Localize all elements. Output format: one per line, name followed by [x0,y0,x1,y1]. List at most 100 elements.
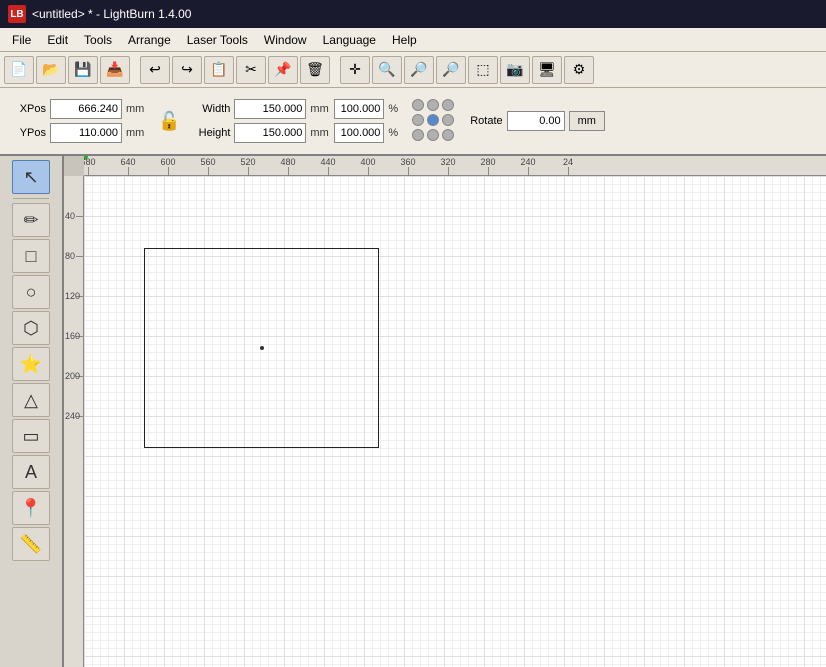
ruler-top-label: 640 [120,157,135,167]
menu-item-arrange[interactable]: Arrange [120,31,179,49]
zoom-fit-button[interactable]: 🔍 [372,56,402,84]
ruler-top-tick [208,167,209,175]
triangle-tool-btn[interactable]: △ [12,383,50,417]
ruler-top-tick [528,167,529,175]
paste-button[interactable]: 📌 [268,56,298,84]
frame-button[interactable]: ⬚ [468,56,498,84]
height-row: Height mm % [192,123,398,143]
corner-bc[interactable] [427,129,439,141]
frame-rect-tool-btn[interactable]: ▭ [12,419,50,453]
menu-item-edit[interactable]: Edit [39,31,76,49]
ruler-top-label: 480 [280,157,295,167]
ruler-top-label: 24 [563,157,573,167]
ruler-top-label: 600 [160,157,175,167]
monitor-button[interactable]: 🖥 [532,56,562,84]
copy-button[interactable]: 📋 [204,56,234,84]
ruler-top-tick [248,167,249,175]
corner-ml[interactable] [412,114,424,126]
open-file-button[interactable]: 📂 [36,56,66,84]
ruler-left-label: 120 [65,291,80,301]
menu-item-window[interactable]: Window [256,31,315,49]
menu-item-help[interactable]: Help [384,31,425,49]
xpos-unit: mm [126,103,146,115]
scale-w-pct: % [388,103,398,115]
left-toolbar-separator [13,198,49,199]
unit-button[interactable]: mm [569,111,605,131]
scale-h-pct: % [388,127,398,139]
size-group: Width mm % Height mm % [192,99,398,143]
width-row: Width mm % [192,99,398,119]
rectangle-object[interactable] [144,248,379,448]
rotate-group: Rotate mm [470,111,605,131]
rectangle-tool-btn[interactable]: □ [12,239,50,273]
ruler-top-tick [488,167,489,175]
window-title: <untitled> * - LightBurn 1.4.00 [32,7,191,21]
position-group: XPos mm YPos mm [8,99,146,143]
redo-button[interactable]: ↪ [172,56,202,84]
edit-nodes-tool-btn[interactable]: ✏ [12,203,50,237]
ruler-left-label: 40 [65,211,75,221]
xpos-row: XPos mm [8,99,146,119]
app-icon: LB [8,5,26,23]
ruler-top-tick [448,167,449,175]
delete-button[interactable]: 🗑 [300,56,330,84]
corner-mc[interactable] [427,114,439,126]
ruler-left-label: 240 [65,411,80,421]
import-button[interactable]: 📥 [100,56,130,84]
zoom-out-button[interactable]: 🔎 [436,56,466,84]
lock-icon[interactable]: 🔓 [154,111,184,132]
corner-selector[interactable] [412,99,456,143]
cut-button[interactable]: ✂ [236,56,266,84]
position-tool-btn[interactable]: 📍 [12,491,50,525]
height-input[interactable] [234,123,306,143]
canvas-grid[interactable] [84,176,826,667]
toolbar-separator [132,56,138,84]
xpos-label: XPos [8,103,46,115]
menu-item-laser-tools[interactable]: Laser Tools [179,31,256,49]
ruler-top-label: 440 [320,157,335,167]
ruler-left-label: 160 [65,331,80,341]
height-unit: mm [310,127,330,139]
corner-br[interactable] [442,129,454,141]
toolbar: 📄📂💾📥↩↪📋✂📌🗑✛🔍🔎🔎⬚📷🖥⚙ [0,52,826,88]
corner-tl[interactable] [412,99,424,111]
corner-tr[interactable] [442,99,454,111]
measure-tool-btn[interactable]: 📏 [12,527,50,561]
corner-tc[interactable] [427,99,439,111]
polygon-tool-btn[interactable]: ⬡ [12,311,50,345]
ruler-left: 4080120160200240 [64,176,84,667]
scale-h-input[interactable] [334,123,384,143]
star-tool-btn[interactable]: ⭐ [12,347,50,381]
corner-mr[interactable] [442,114,454,126]
ellipse-tool-btn[interactable]: ○ [12,275,50,309]
canvas-area[interactable]: 68064060056052048044040036032028024024 4… [64,156,826,667]
main-area: ↖✏□○⬡⭐△▭A📍📏 6806406005605204804404003603… [0,156,826,667]
left-toolbar: ↖ ✏□○⬡⭐△▭A📍📏 [0,156,64,667]
camera-button[interactable]: 📷 [500,56,530,84]
ypos-label: YPos [8,127,46,139]
select-tool-btn[interactable]: ↖ [12,160,50,194]
toolbar-separator [332,56,338,84]
ypos-input[interactable] [50,123,122,143]
settings-button[interactable]: ⚙ [564,56,594,84]
new-file-button[interactable]: 📄 [4,56,34,84]
menu-item-file[interactable]: File [4,31,39,49]
text-tool-btn[interactable]: A [12,455,50,489]
ruler-top-tick [168,167,169,175]
ruler-top-tick [288,167,289,175]
ruler-left-tick [76,256,84,257]
zoom-in-button[interactable]: 🔎 [404,56,434,84]
menu-item-language[interactable]: Language [315,31,384,49]
scale-w-input[interactable] [334,99,384,119]
move-button[interactable]: ✛ [340,56,370,84]
ruler-top-label: 280 [480,157,495,167]
save-file-button[interactable]: 💾 [68,56,98,84]
corner-bl[interactable] [412,129,424,141]
menu-item-tools[interactable]: Tools [76,31,120,49]
ruler-top-label: 240 [520,157,535,167]
width-input[interactable] [234,99,306,119]
undo-button[interactable]: ↩ [140,56,170,84]
ruler-top-tick [88,167,89,175]
xpos-input[interactable] [50,99,122,119]
rotate-input[interactable] [507,111,565,131]
